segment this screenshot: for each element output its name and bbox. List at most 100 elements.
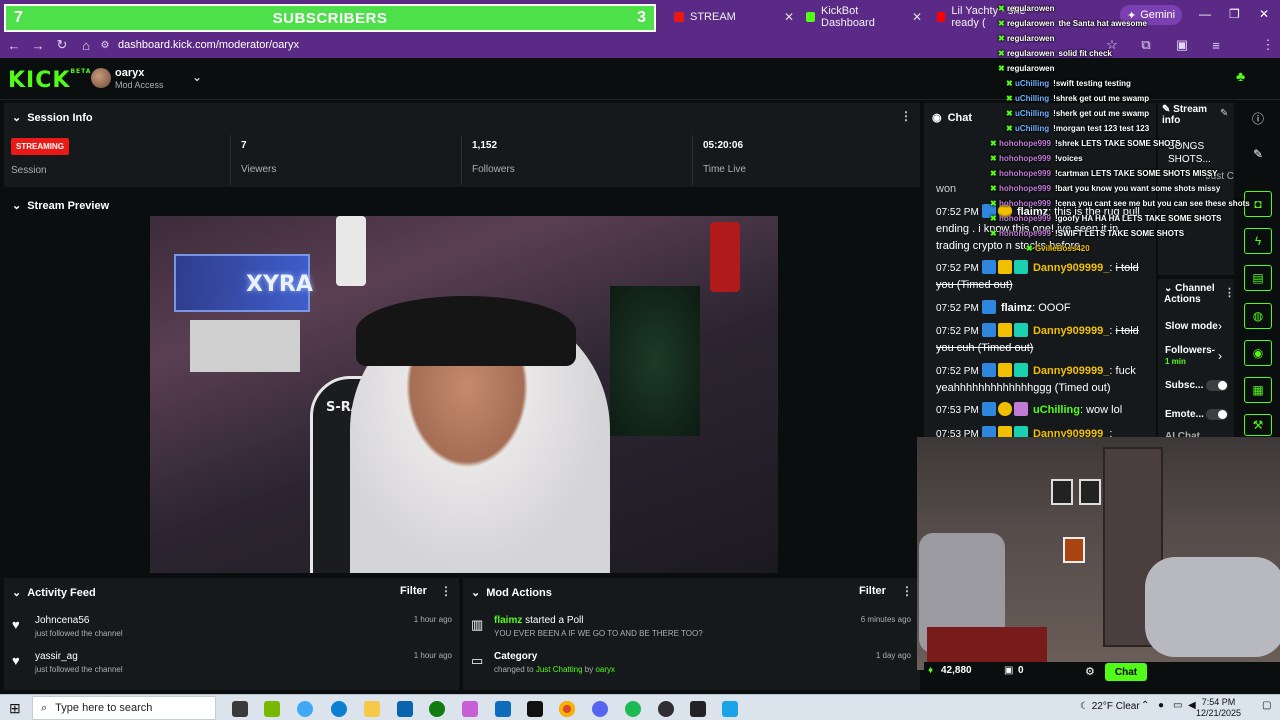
tree-icon[interactable]: ♣ bbox=[1236, 68, 1245, 84]
chat-username[interactable]: Danny909999_ bbox=[1033, 428, 1109, 437]
slow-mode-item[interactable]: Slow mode bbox=[1165, 321, 1218, 332]
category-title: Category bbox=[494, 651, 538, 662]
clipboard-icon[interactable]: ▤ bbox=[1244, 265, 1272, 291]
window-close-icon[interactable]: ✕ bbox=[1259, 7, 1269, 21]
microphone-icon[interactable]: ● bbox=[1158, 700, 1164, 711]
info-icon[interactable]: ⓘ bbox=[1244, 105, 1272, 131]
follower-name[interactable]: yassir_ag bbox=[35, 651, 78, 662]
chevron-down-icon[interactable]: ⌄ bbox=[12, 199, 21, 212]
chrome-icon[interactable] bbox=[559, 701, 575, 717]
xbox-icon[interactable] bbox=[429, 701, 445, 717]
tiktok-icon[interactable] bbox=[527, 701, 543, 717]
home-icon[interactable]: ⌂ bbox=[74, 38, 98, 53]
notification-icon[interactable]: ▢ bbox=[1262, 700, 1271, 711]
reload-icon[interactable]: ↻ bbox=[50, 37, 74, 53]
chat-send-button[interactable]: Chat bbox=[1105, 663, 1147, 681]
minimize-icon[interactable]: — bbox=[1199, 7, 1211, 21]
kick-logo[interactable]: KICKBETA bbox=[8, 68, 91, 93]
clock[interactable]: 7:54 PM 12/21/2025 bbox=[1196, 697, 1241, 719]
volume-icon[interactable]: ◀ bbox=[1188, 700, 1196, 711]
file-explorer-icon[interactable] bbox=[364, 701, 380, 717]
extensions-icon[interactable]: ⧉ bbox=[1134, 37, 1158, 53]
edit-icon[interactable]: ✎ bbox=[1220, 108, 1228, 119]
more-icon[interactable]: ⋮ bbox=[1224, 286, 1235, 299]
spotify-icon[interactable] bbox=[625, 701, 641, 717]
chevron-right-icon[interactable]: › bbox=[1218, 349, 1222, 363]
network-icon[interactable]: ▭ bbox=[1173, 700, 1182, 711]
filter-button[interactable]: Filter bbox=[400, 585, 427, 597]
gemini-button[interactable]: ✦ Gemini bbox=[1120, 5, 1182, 25]
chat-username[interactable]: Danny909999_ bbox=[1033, 262, 1109, 274]
sub-badge-icon bbox=[997, 402, 1012, 416]
followers-mode-item[interactable]: Followers- bbox=[1165, 345, 1215, 356]
category-name[interactable]: Just Chatting bbox=[536, 665, 583, 674]
sidepanel-icon[interactable]: ▣ bbox=[1170, 37, 1194, 53]
filter-button[interactable]: Filter bbox=[859, 585, 886, 597]
media-icon[interactable]: ≡ bbox=[1204, 38, 1228, 53]
bookmark-star-icon[interactable]: ☆ bbox=[1100, 37, 1124, 53]
tab-kickbot-dashboard[interactable]: KickBot Dashboard ✕ bbox=[806, 5, 922, 29]
photos-icon[interactable] bbox=[462, 701, 478, 717]
avatar[interactable] bbox=[91, 68, 111, 88]
url-field[interactable]: dashboard.kick.com/moderator/oaryx bbox=[118, 39, 299, 51]
pencil-icon[interactable]: ✎ bbox=[1244, 141, 1272, 167]
task-view-icon[interactable] bbox=[232, 701, 248, 717]
more-icon[interactable]: ⋮ bbox=[901, 584, 913, 598]
emote-toggle[interactable] bbox=[1206, 409, 1228, 420]
app-icon[interactable] bbox=[722, 701, 738, 717]
more-icon[interactable]: ⋮ bbox=[900, 109, 912, 123]
lightning-icon[interactable]: ϟ bbox=[1244, 228, 1272, 254]
panel-title: Stream Preview bbox=[27, 199, 110, 212]
chevron-down-icon[interactable]: ⌄ bbox=[192, 70, 202, 84]
obs-icon[interactable] bbox=[658, 701, 674, 717]
tab-youtube[interactable]: Lil Yachty - she ready ( bbox=[937, 6, 1045, 28]
edge-icon[interactable] bbox=[331, 701, 347, 717]
settings-icon[interactable]: ⚙ bbox=[1085, 665, 1095, 678]
discord-icon[interactable] bbox=[592, 701, 608, 717]
site-info-icon[interactable]: ⚙ bbox=[98, 40, 112, 51]
layout-icon[interactable]: ▦ bbox=[1244, 377, 1272, 403]
mod-actions-header: ⌄ Mod Actions bbox=[471, 586, 552, 600]
chat-username[interactable]: Danny909999_ bbox=[1033, 325, 1109, 337]
chat-username[interactable]: Danny909999_ bbox=[1033, 365, 1109, 377]
chevron-down-icon[interactable]: ⌄ bbox=[12, 586, 21, 599]
menu-icon[interactable]: ⋮ bbox=[1256, 37, 1280, 53]
chat-username[interactable]: flaimz bbox=[1017, 206, 1048, 218]
tab-stream[interactable]: STREAM ✕ bbox=[674, 6, 794, 28]
store-icon[interactable] bbox=[397, 701, 413, 717]
broadcast-icon[interactable]: ◉ bbox=[1244, 340, 1272, 366]
chat-username[interactable]: flaimz bbox=[1001, 302, 1032, 314]
back-icon[interactable]: ← bbox=[2, 38, 26, 53]
chat-message: 07:53 PM uChilling: wow lol bbox=[936, 402, 1123, 416]
epic-games-icon[interactable] bbox=[690, 701, 706, 717]
mod-user[interactable]: flaimz bbox=[494, 615, 522, 626]
stream-video[interactable]: XYRA S-RACER bbox=[150, 216, 778, 573]
copilot-icon[interactable] bbox=[297, 701, 313, 717]
more-icon[interactable]: ⋮ bbox=[440, 584, 452, 598]
restore-icon[interactable]: ❐ bbox=[1229, 7, 1240, 21]
chevron-down-icon[interactable]: ⌄ bbox=[471, 586, 480, 599]
taskbar-search[interactable]: ⌕ Type here to search bbox=[32, 696, 216, 720]
timestamp: 1 day ago bbox=[875, 651, 911, 660]
chat-bubble-icon[interactable]: ◍ bbox=[1244, 303, 1272, 329]
weather-widget[interactable]: ☾ 22°F Clear bbox=[1080, 701, 1140, 712]
windows-start-icon[interactable]: ⊞ bbox=[9, 700, 21, 717]
chevron-down-icon[interactable]: ⌄ bbox=[1164, 283, 1172, 294]
gift-icon[interactable]: ▣ bbox=[1004, 665, 1013, 676]
chat-username[interactable]: uChilling bbox=[1033, 404, 1080, 416]
outlook-icon[interactable] bbox=[495, 701, 511, 717]
christmas-tree bbox=[610, 286, 700, 436]
wrench-icon[interactable]: ⚒ bbox=[1244, 414, 1272, 436]
follower-name[interactable]: Johncena56 bbox=[35, 615, 90, 626]
close-icon[interactable]: ✕ bbox=[912, 10, 922, 24]
subscribers-toggle[interactable] bbox=[1206, 380, 1228, 391]
nvidia-icon[interactable] bbox=[264, 701, 280, 717]
chevron-up-icon[interactable]: ⌃ bbox=[1141, 700, 1149, 711]
chevron-right-icon[interactable]: › bbox=[1218, 319, 1222, 333]
time-live-label: Time Live bbox=[703, 164, 746, 175]
close-icon[interactable]: ✕ bbox=[784, 10, 794, 24]
chevron-down-icon[interactable]: ⌄ bbox=[12, 111, 21, 124]
camera-icon[interactable]: ◘ bbox=[1244, 191, 1272, 217]
forward-icon[interactable]: → bbox=[26, 38, 50, 53]
category-user[interactable]: oaryx bbox=[595, 665, 615, 674]
